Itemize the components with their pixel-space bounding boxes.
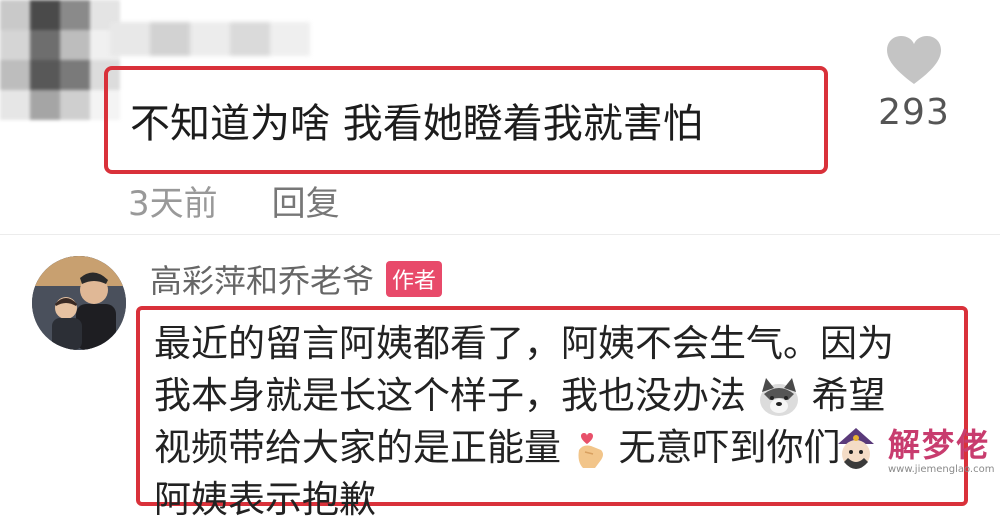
comment-time: 3天前 bbox=[128, 184, 218, 224]
commenter-avatar[interactable] bbox=[0, 0, 120, 120]
avatar-photo bbox=[32, 256, 126, 350]
watermark-logo bbox=[838, 427, 874, 469]
reply-line-3-text: 视频带给大家的是正能量 bbox=[154, 426, 561, 469]
reply-button[interactable]: 回复 bbox=[272, 176, 340, 225]
dog-emoji bbox=[759, 377, 798, 416]
reply-highlight-box: 最近的留言阿姨都看了，阿姨不会生气。因为 我本身就是长这个样子，我也没办法 希望… bbox=[136, 306, 968, 521]
comment-meta: 3天前 回复 bbox=[128, 176, 340, 225]
author-name[interactable]: 高彩萍和乔老爷 bbox=[150, 256, 374, 302]
reply-line-1: 最近的留言阿姨都看了，阿姨不会生气。因为 bbox=[154, 322, 894, 365]
divider bbox=[0, 234, 1000, 235]
like-button[interactable]: 293 bbox=[866, 36, 962, 133]
author-badge: 作者 bbox=[386, 261, 443, 297]
author-avatar[interactable] bbox=[32, 256, 126, 350]
heart-icon bbox=[887, 36, 941, 84]
reply-line-3-tail: 无意吓到你们 bbox=[618, 426, 841, 469]
reply-line-2-tail: 希望 bbox=[811, 374, 886, 417]
comment-text: 不知道为啥 我看她瞪着我就害怕 bbox=[130, 101, 703, 147]
like-count: 293 bbox=[878, 92, 950, 133]
commenter-name-blurred[interactable] bbox=[110, 22, 310, 56]
watermark-title: 解梦佬 bbox=[888, 426, 991, 464]
comment-highlight-box: 不知道为啥 我看她瞪着我就害怕 bbox=[104, 66, 828, 174]
watermark: 解梦佬 www.jiemenglao.com bbox=[830, 420, 994, 475]
finger-heart-emoji bbox=[578, 432, 603, 468]
reply-line-2-text: 我本身就是长这个样子，我也没办法 bbox=[154, 374, 746, 417]
reply-line-4: 阿姨表示抱歉 bbox=[154, 478, 376, 521]
watermark-url: www.jiemenglao.com bbox=[888, 464, 995, 475]
author-header: 高彩萍和乔老爷 作者 bbox=[150, 256, 443, 302]
watermark-text: 解梦佬 www.jiemenglao.com bbox=[888, 420, 994, 475]
reply-line-2: 我本身就是长这个样子，我也没办法 希望 bbox=[154, 370, 964, 422]
